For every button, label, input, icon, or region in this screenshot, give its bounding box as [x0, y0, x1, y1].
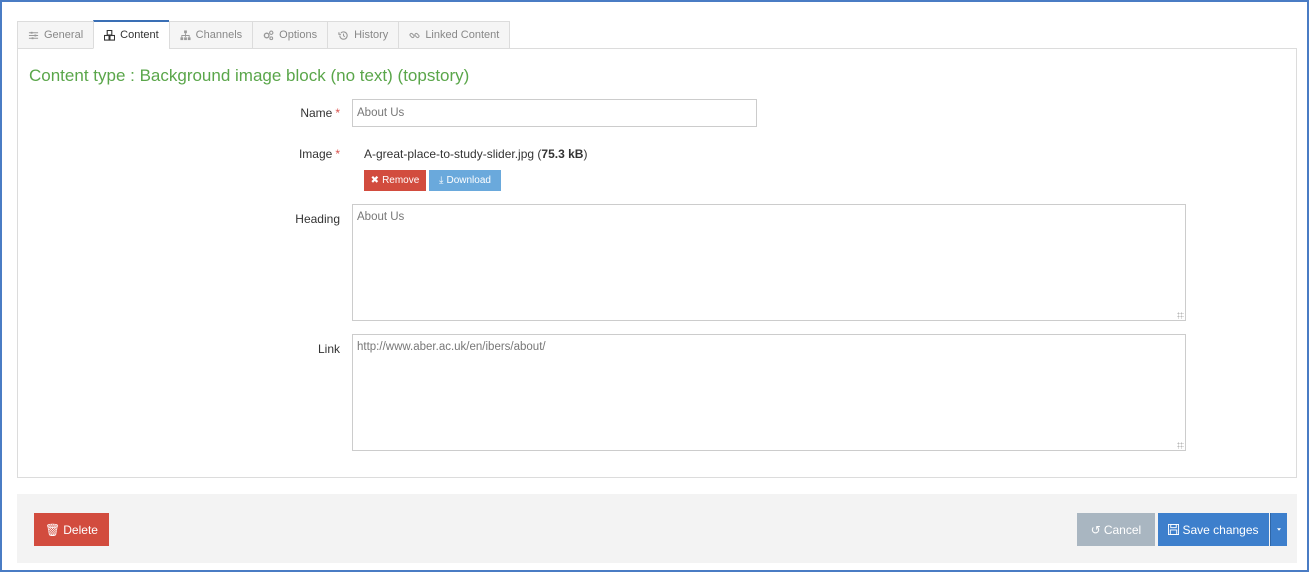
image-filename: A-great-place-to-study-slider.jpg — [364, 147, 535, 161]
history-icon — [338, 30, 348, 40]
required-marker: * — [335, 106, 340, 120]
name-input[interactable] — [352, 99, 757, 127]
content-panel: Content type : Background image block (n… — [17, 48, 1297, 478]
link-textarea[interactable]: http://www.aber.ac.uk/en/ibers/about/ — [352, 334, 1186, 451]
trash-icon: 🗑 — [45, 522, 61, 537]
remove-label: Remove — [382, 175, 420, 186]
tab-label: History — [354, 29, 389, 41]
tab-history[interactable]: History — [327, 21, 399, 49]
link-label: Link — [317, 342, 340, 356]
save-label: Save changes — [1182, 522, 1259, 537]
name-label: Name * — [230, 106, 340, 120]
required-marker: * — [335, 147, 340, 161]
tab-label: Options — [279, 29, 318, 41]
caret-down-icon — [1277, 528, 1281, 531]
cancel-button[interactable]: ↺ Cancel — [1077, 513, 1155, 546]
delete-label: Delete — [63, 522, 98, 537]
gears-icon — [263, 30, 274, 40]
remove-image-button[interactable]: ✖ Remove — [364, 170, 426, 191]
tab-label: Content — [120, 29, 159, 41]
download-label: Download — [446, 175, 491, 186]
tab-channels[interactable]: Channels — [168, 21, 253, 49]
tab-bar: General Content Channels Options History… — [17, 20, 511, 49]
sliders-icon — [28, 31, 39, 39]
image-label: Image * — [230, 147, 340, 161]
undo-icon: ↺ — [1090, 522, 1101, 537]
tab-label: Linked Content — [425, 29, 500, 41]
image-label-text: Image — [298, 147, 333, 161]
tab-label: Channels — [195, 29, 243, 41]
download-icon: ⤓ — [439, 175, 444, 186]
download-image-button[interactable]: ⤓ Download — [429, 170, 501, 191]
save-options-dropdown[interactable] — [1270, 513, 1287, 546]
floppy-icon — [1168, 524, 1180, 535]
delete-button[interactable]: 🗑 Delete — [34, 513, 109, 546]
footer-bar: 🗑 Delete ↺ Cancel Save changes — [17, 494, 1297, 563]
resize-handle-icon[interactable] — [1177, 312, 1184, 319]
heading-label: Heading — [295, 212, 340, 226]
name-label-text: Name — [300, 106, 333, 120]
window-frame: General Content Channels Options History… — [0, 0, 1309, 572]
save-changes-button[interactable]: Save changes — [1158, 513, 1269, 546]
tab-linked-content[interactable]: Linked Content — [398, 21, 511, 49]
link-icon — [409, 32, 420, 38]
heading-field-wrap: About Us — [352, 204, 1186, 321]
cubes-icon — [104, 29, 116, 41]
tab-general[interactable]: General — [17, 21, 94, 49]
tab-options[interactable]: Options — [252, 21, 328, 49]
tab-content[interactable]: Content — [93, 20, 169, 49]
cancel-label: Cancel — [1103, 522, 1142, 537]
remove-icon: ✖ — [370, 175, 380, 186]
link-field-wrap: http://www.aber.ac.uk/en/ibers/about/ — [352, 334, 1186, 451]
image-file-info: A-great-place-to-study-slider.jpg (75.3 … — [364, 147, 588, 161]
sitemap-icon — [180, 29, 191, 40]
image-filesize: 75.3 kB — [541, 147, 584, 161]
heading-textarea[interactable]: About Us — [352, 204, 1186, 321]
tab-label: General — [44, 29, 84, 41]
content-type-title: Content type : Background image block (n… — [29, 66, 470, 85]
resize-handle-icon[interactable] — [1177, 442, 1184, 449]
